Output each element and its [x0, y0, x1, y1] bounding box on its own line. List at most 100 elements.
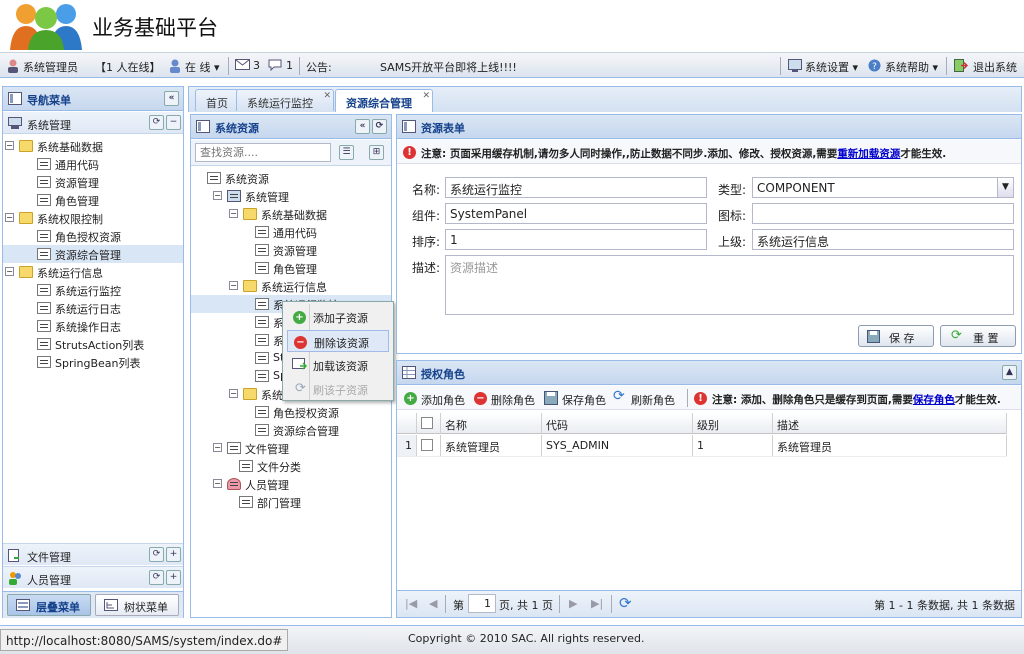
chevron-down-icon[interactable]: ▼ — [997, 178, 1013, 197]
collapse-toggle-icon[interactable]: − — [213, 479, 222, 488]
tree-node[interactable]: 资源综合管理 — [191, 421, 391, 439]
tab-home[interactable]: 首页 — [195, 89, 239, 111]
reload-resource-link[interactable]: 重新加载资源 — [837, 148, 900, 160]
refresh-icon[interactable]: ⟳ — [149, 115, 164, 130]
tree-node[interactable]: 系统资源 — [191, 169, 391, 187]
tree-node[interactable]: 资源管理 — [191, 241, 391, 259]
collapse-toggle-icon[interactable]: − — [5, 267, 14, 276]
sidebar-item[interactable]: − 系统运行信息 — [3, 263, 183, 281]
col-desc[interactable]: 描述 — [773, 413, 1007, 434]
menu-delete[interactable]: − 删除该资源 — [287, 330, 389, 352]
stacked-menu-tab[interactable]: 层叠菜单 — [7, 594, 91, 616]
collapse-toggle-icon[interactable]: − — [229, 389, 238, 398]
close-icon[interactable]: ✕ — [422, 91, 430, 101]
sidebar-item[interactable]: 系统操作日志 — [3, 317, 183, 335]
tree-node[interactable]: 角色授权资源 — [191, 403, 391, 421]
sidebar-item[interactable]: SpringBean列表 — [3, 353, 183, 371]
tree-node[interactable]: − 系统管理 — [191, 187, 391, 205]
collapse-toggle-icon[interactable]: − — [229, 281, 238, 290]
mail-icon[interactable] — [235, 59, 250, 73]
people-mgmt-section[interactable]: 人员管理 ⟳ + — [3, 566, 183, 588]
plus-icon[interactable]: + — [166, 547, 181, 562]
desc-field[interactable]: 资源描述 — [445, 255, 1014, 315]
file-mgmt-section[interactable]: 文件管理 ⟳ + — [3, 543, 183, 565]
collapse-toggle-icon[interactable]: − — [5, 213, 14, 222]
tree-menu-tab[interactable]: 树状菜单 — [95, 594, 179, 616]
collapse-toggle-icon[interactable]: − — [213, 443, 222, 452]
minus-icon[interactable]: − — [166, 115, 181, 130]
order-field[interactable]: 1 — [445, 229, 707, 250]
tree-node[interactable]: 角色管理 — [191, 259, 391, 277]
comment-icon[interactable] — [268, 59, 282, 74]
remove-role-button[interactable]: 删除角色 — [491, 392, 535, 408]
settings-menu[interactable]: 系统设置 ▾ — [805, 59, 858, 75]
tab-resource-mgmt[interactable]: 资源综合管理 ✕ — [335, 89, 433, 112]
list-icon[interactable]: ☰ — [339, 145, 354, 160]
refresh-icon[interactable]: ⟳ — [149, 547, 164, 562]
refresh-role-button[interactable]: 刷新角色 — [631, 392, 675, 408]
collapse-left-icon[interactable]: « — [355, 119, 370, 134]
sidebar-item[interactable]: 通用代码 — [3, 155, 183, 173]
collapse-toggle-icon[interactable]: − — [229, 209, 238, 218]
sidebar-item[interactable]: 系统运行监控 — [3, 281, 183, 299]
tab-system-monitor[interactable]: 系统运行监控 ✕ — [236, 89, 334, 111]
last-page-icon[interactable]: ▶| — [591, 597, 603, 610]
tree-node[interactable]: 部门管理 — [191, 493, 391, 511]
collapse-left-icon[interactable]: « — [164, 91, 179, 106]
sidebar-item[interactable]: 资源综合管理 — [3, 245, 183, 263]
collapse-up-icon[interactable]: ▲ — [1002, 365, 1017, 380]
logout-button[interactable]: 退出系统 — [973, 59, 1017, 75]
help-menu[interactable]: 系统帮助 ▾ — [885, 59, 938, 75]
icon-field[interactable] — [752, 203, 1014, 224]
add-role-button[interactable]: 添加角色 — [421, 392, 465, 408]
tree-node[interactable]: − 人员管理 — [191, 475, 391, 493]
comment-count[interactable]: 1 — [286, 59, 293, 72]
tree-node[interactable]: 文件分类 — [191, 457, 391, 475]
name-field[interactable]: 系统运行监控 — [445, 177, 707, 198]
tree-node[interactable]: − 文件管理 — [191, 439, 391, 457]
type-select[interactable]: COMPONENT ▼ — [752, 177, 1014, 198]
sidebar-item[interactable]: 角色授权资源 — [3, 227, 183, 245]
page-number-input[interactable]: 1 — [468, 594, 496, 613]
refresh-icon[interactable]: ⟳ — [372, 119, 387, 134]
sidebar-item[interactable]: StrutsAction列表 — [3, 335, 183, 353]
tree-node[interactable]: − 系统运行信息 — [191, 277, 391, 295]
row-checkbox[interactable] — [417, 435, 441, 456]
next-page-icon[interactable]: ▶ — [569, 597, 577, 610]
refresh-icon[interactable]: ⟳ — [149, 570, 164, 585]
close-icon[interactable]: ✕ — [323, 91, 331, 101]
table-row[interactable]: 1 系统管理员 SYS_ADMIN 1 系统管理员 — [397, 435, 1007, 457]
plus-icon[interactable]: + — [166, 570, 181, 585]
first-page-icon[interactable]: |◀ — [405, 597, 417, 610]
menu-load[interactable]: 加载该资源 — [287, 354, 389, 376]
current-user[interactable]: 系统管理员 — [23, 59, 78, 75]
prev-page-icon[interactable]: ◀ — [429, 597, 437, 610]
nav-section-header[interactable]: 系统管理 ⟳ − — [3, 112, 183, 134]
sidebar-item[interactable]: − 系统基础数据 — [3, 137, 183, 155]
save-role-link[interactable]: 保存角色 — [913, 394, 955, 406]
reset-button[interactable]: ⟳ 重 置 — [940, 325, 1016, 347]
menu-add-child[interactable]: + 添加子资源 — [287, 306, 389, 328]
tree-node[interactable]: 通用代码 — [191, 223, 391, 241]
collapse-toggle-icon[interactable]: − — [5, 141, 14, 150]
refresh-icon[interactable]: ⟳ — [619, 594, 632, 612]
col-name[interactable]: 名称 — [441, 413, 542, 434]
status-dropdown[interactable]: 在 线 ▾ — [185, 59, 220, 75]
expand-icon[interactable]: ⊞ — [369, 145, 384, 160]
save-role-button[interactable]: 保存角色 — [562, 392, 606, 408]
tree-node[interactable]: − 系统基础数据 — [191, 205, 391, 223]
parent-field[interactable]: 系统运行信息 — [752, 229, 1014, 250]
save-button[interactable]: 保 存 — [858, 325, 934, 347]
message-count[interactable]: 3 — [253, 59, 260, 72]
menu-refresh-children[interactable]: ⟳ 刷该子资源 — [287, 378, 389, 400]
resource-search-input[interactable] — [195, 143, 331, 162]
component-field[interactable]: SystemPanel — [445, 203, 707, 224]
collapse-toggle-icon[interactable]: − — [213, 191, 222, 200]
select-all-checkbox[interactable] — [417, 413, 441, 434]
sidebar-item[interactable]: 系统运行日志 — [3, 299, 183, 317]
sidebar-item[interactable]: − 系统权限控制 — [3, 209, 183, 227]
col-level[interactable]: 级别 — [693, 413, 773, 434]
online-count[interactable]: 【1 人在线】 — [95, 59, 161, 75]
col-code[interactable]: 代码 — [542, 413, 693, 434]
sidebar-item[interactable]: 角色管理 — [3, 191, 183, 209]
